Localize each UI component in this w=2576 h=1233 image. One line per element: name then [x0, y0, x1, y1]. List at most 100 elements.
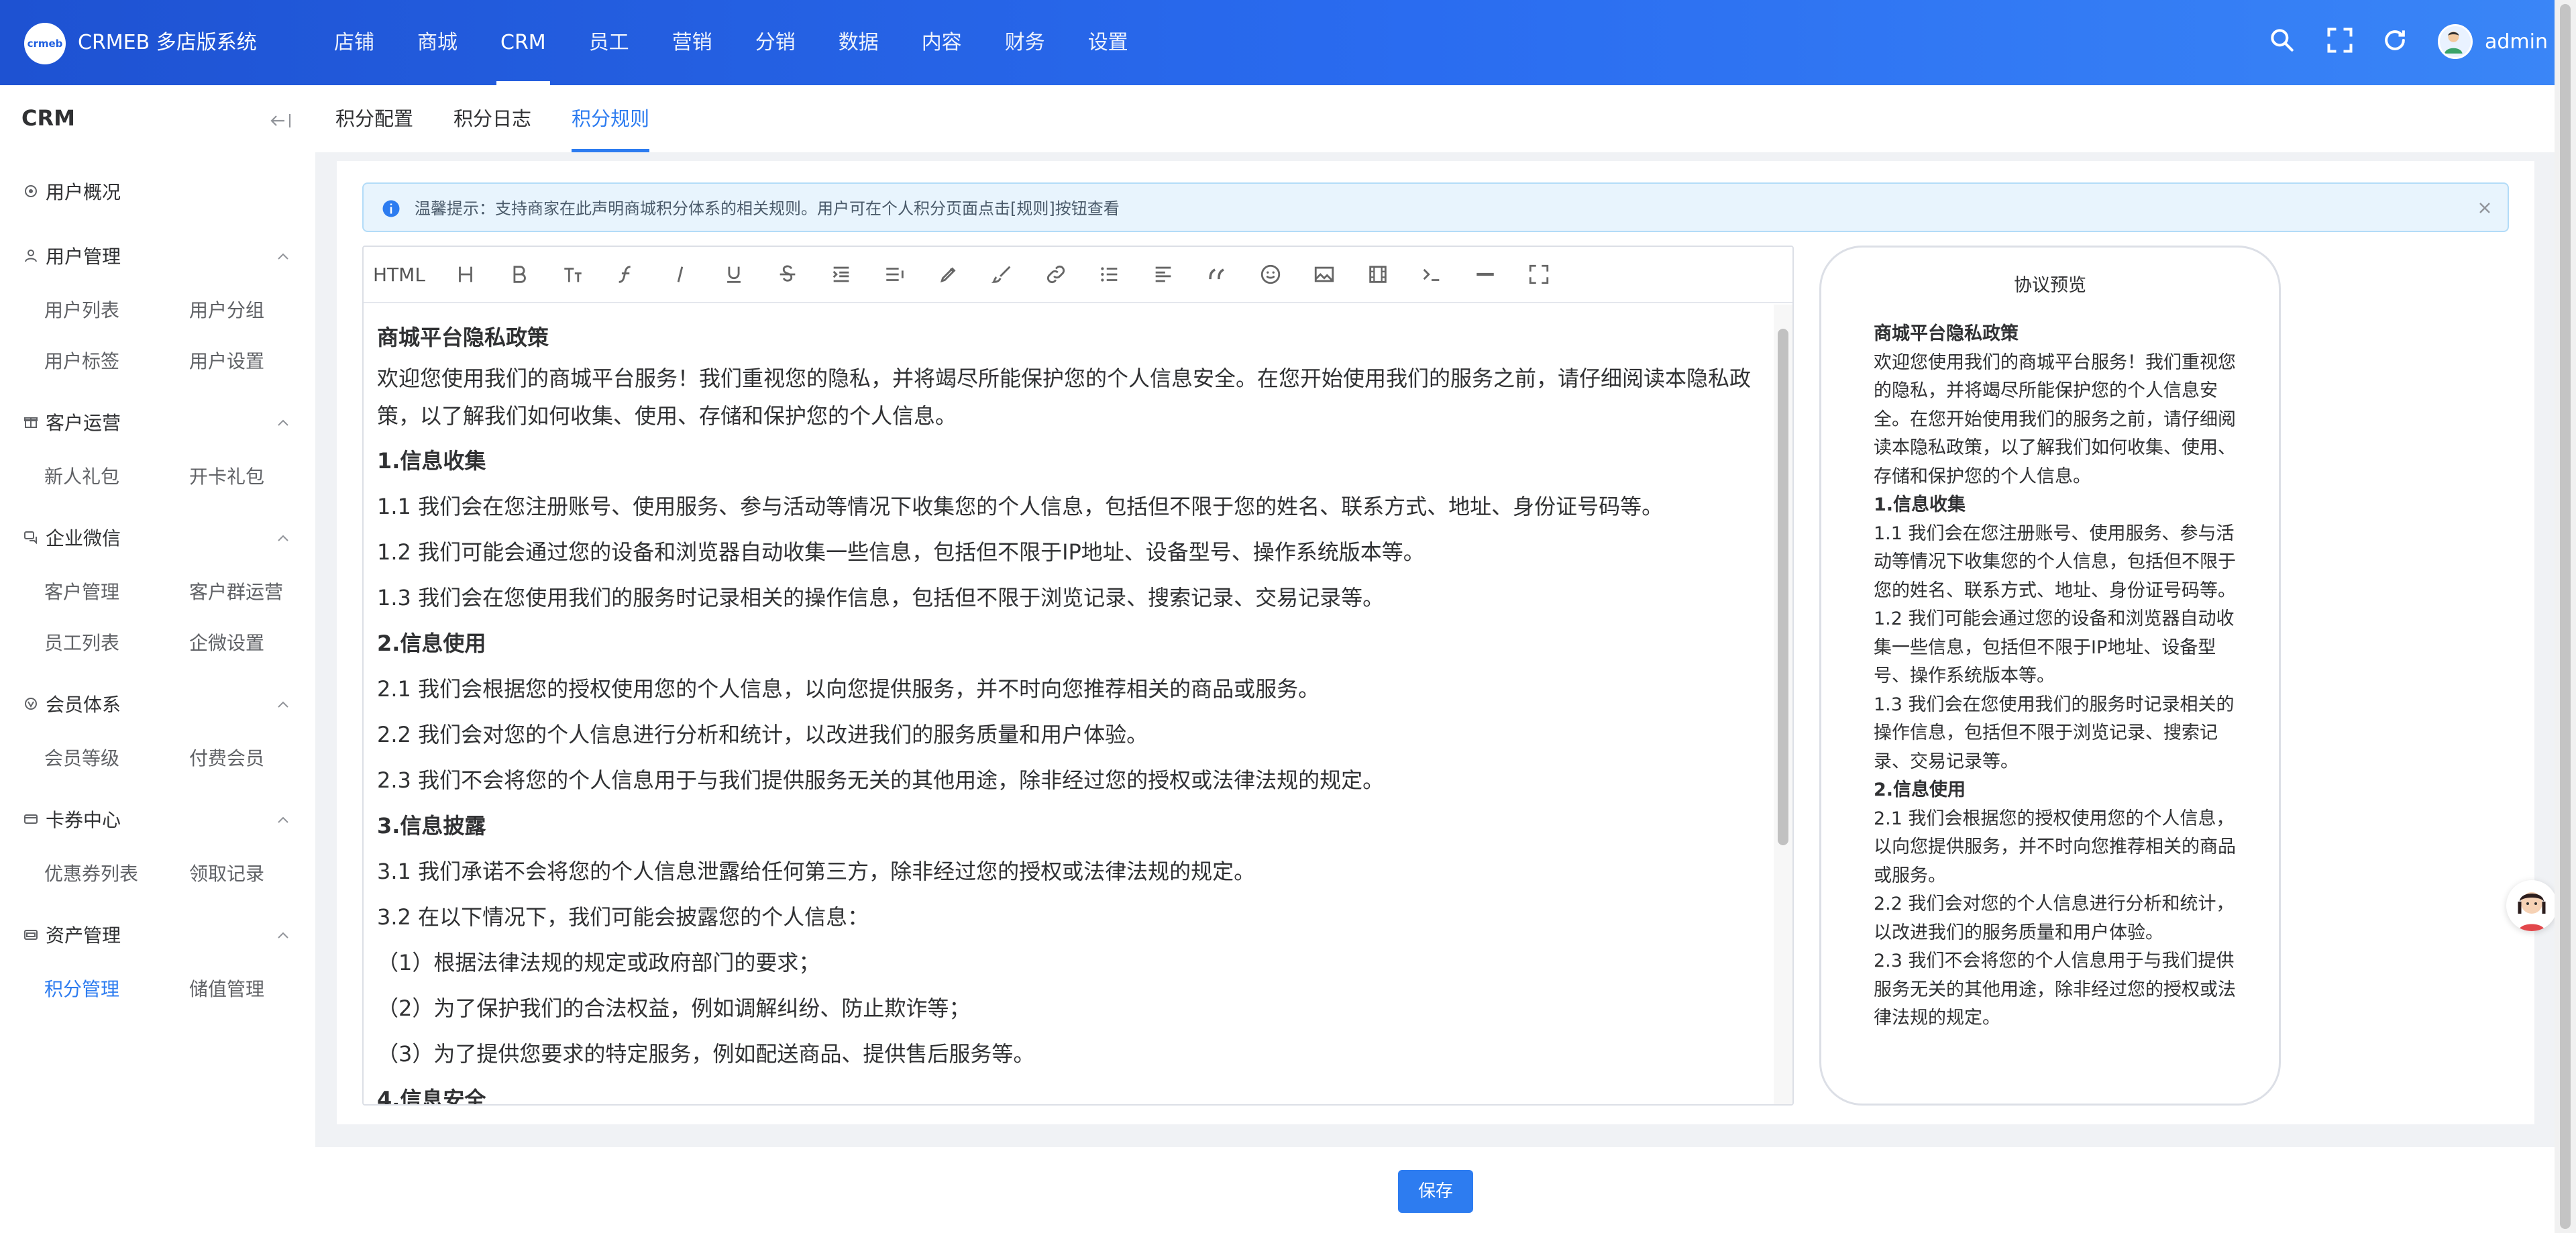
preview-content[interactable]: 商城平台隐私政策 欢迎您使用我们的商城平台服务！我们重视您的隐私，并将竭尽所能保…	[1874, 320, 2236, 1065]
sidebar-item-paid-member[interactable]: 付费会员	[189, 744, 264, 771]
editor-fullscreen-button[interactable]	[1512, 254, 1566, 294]
brand-name: CRMEB 多店版系统	[78, 31, 257, 54]
page-scroll-thumb[interactable]	[2560, 4, 2571, 1229]
italic-icon	[677, 266, 684, 282]
nav-item-mall[interactable]: 商城	[396, 0, 479, 85]
preview-paragraph: 1.3 我们会在您使用我们的服务时记录相关的操作信息，包括但不限于浏览记录、搜索…	[1874, 694, 2235, 772]
underline-button[interactable]	[707, 254, 761, 294]
image-button[interactable]	[1297, 254, 1351, 294]
editor-paragraph: 3.1 我们承诺不会将您的个人信息泄露给任何第三方，除非经过您的授权或法律法规的…	[377, 859, 1256, 884]
italic-button[interactable]	[653, 254, 707, 294]
sidebar-item-user-tag[interactable]: 用户标签	[44, 347, 119, 374]
bold-button[interactable]	[492, 254, 546, 294]
strikethrough-button[interactable]	[761, 254, 814, 294]
line-height-button[interactable]	[868, 254, 922, 294]
fullscreen-icon	[1529, 264, 1549, 284]
nav-item-data[interactable]: 数据	[817, 0, 900, 85]
link-button[interactable]	[1029, 254, 1083, 294]
sidebar-group-customer-ops[interactable]: 客户运营	[23, 409, 121, 435]
editor-paragraph: 欢迎您使用我们的商城平台服务！我们重视您的隐私，并将竭尽所能保护您的个人信息安全…	[377, 366, 1752, 429]
sidebar-group-label: 用户概况	[46, 181, 121, 203]
tab-points-rules[interactable]: 积分规则	[572, 85, 650, 152]
page-scrollbar[interactable]	[2555, 0, 2576, 1233]
nav-item-staff[interactable]: 员工	[568, 0, 651, 85]
chevron-up-icon[interactable]	[275, 928, 291, 944]
preview-paragraph: 2.3 我们不会将您的个人信息用于与我们提供服务无关的其他用途，除非经过您的授权…	[1874, 951, 2236, 1028]
video-button[interactable]	[1351, 254, 1405, 294]
emoji-button[interactable]	[1244, 254, 1297, 294]
sidebar-group-user-overview[interactable]: 用户概况	[23, 178, 121, 205]
sidebar-group-assets[interactable]: 资产管理	[23, 921, 121, 948]
nav-item-distribution[interactable]: 分销	[734, 0, 817, 85]
nav-item-marketing[interactable]: 营销	[651, 0, 734, 85]
chevron-up-icon[interactable]	[275, 531, 291, 547]
sidebar-item-member-level[interactable]: 会员等级	[44, 744, 119, 771]
sidebar-group-wecom[interactable]: 企业微信	[23, 524, 121, 551]
tip-alert: 温馨提示：支持商家在此声明商城积分体系的相关规则。用户可在个人积分页面点击[规则…	[362, 182, 2509, 232]
line-height-icon	[886, 268, 904, 281]
sidebar-group-coupon-center[interactable]: 卡券中心	[23, 806, 121, 833]
nav-item-content[interactable]: 内容	[900, 0, 983, 85]
sidebar-item-user-list[interactable]: 用户列表	[44, 296, 119, 323]
sidebar-item-staff-list[interactable]: 员工列表	[44, 629, 119, 655]
brush-icon	[991, 266, 1011, 283]
sidebar-item-new-user-gift[interactable]: 新人礼包	[44, 462, 119, 489]
alert-text: 温馨提示：支持商家在此声明商城积分体系的相关规则。用户可在个人积分页面点击[规则…	[415, 199, 1120, 218]
quote-button[interactable]	[1190, 254, 1244, 294]
font-size-button[interactable]	[546, 254, 600, 294]
editor-scrollbar[interactable]	[1774, 305, 1792, 1104]
nav-item-finance[interactable]: 财务	[983, 0, 1067, 85]
list-button[interactable]	[1083, 254, 1136, 294]
sidebar-item-card-gift[interactable]: 开卡礼包	[189, 462, 264, 489]
sidebar-item-user-settings[interactable]: 用户设置	[189, 347, 264, 374]
customer-service-float[interactable]	[2506, 880, 2557, 931]
editor-heading: 3.信息披露	[377, 813, 486, 839]
nav-item-settings[interactable]: 设置	[1067, 0, 1150, 85]
tab-points-log[interactable]: 积分日志	[453, 85, 531, 152]
search-icon[interactable]	[2267, 25, 2297, 55]
user-menu[interactable]: admin	[2438, 24, 2548, 59]
sidebar-item-customer-management[interactable]: 客户管理	[44, 578, 119, 604]
font-color-button[interactable]	[922, 254, 975, 294]
code-button[interactable]	[1405, 254, 1458, 294]
font-family-button[interactable]	[600, 254, 653, 294]
editor-content[interactable]: 商城平台隐私政策 欢迎您使用我们的商城平台服务！我们重视您的隐私，并将竭尽所能保…	[364, 305, 1792, 1104]
save-button[interactable]: 保存	[1398, 1170, 1473, 1213]
nav-item-crm[interactable]: CRM	[479, 0, 568, 85]
heading-button[interactable]	[439, 254, 492, 294]
sidebar-item-balance-management[interactable]: 储值管理	[189, 975, 264, 1002]
preview-heading: 2.信息使用	[1874, 780, 1966, 800]
sidebar-item-user-group[interactable]: 用户分组	[189, 296, 264, 323]
html-mode-button[interactable]: HTML	[373, 264, 425, 286]
indent-button[interactable]	[814, 254, 868, 294]
background-color-button[interactable]	[975, 254, 1029, 294]
fullscreen-icon[interactable]	[2325, 25, 2355, 55]
close-icon[interactable]	[2475, 199, 2494, 217]
gift-icon	[24, 417, 38, 428]
video-icon	[1369, 266, 1387, 283]
sidebar-item-claim-records[interactable]: 领取记录	[189, 859, 264, 886]
tab-points-config[interactable]: 积分配置	[335, 85, 413, 152]
sidebar-group-membership[interactable]: 会员体系	[23, 690, 121, 717]
brand-logo[interactable]: crmeb	[24, 23, 66, 64]
circle-icon	[25, 185, 37, 197]
chevron-up-icon[interactable]	[275, 249, 291, 265]
sidebar-item-points-management[interactable]: 积分管理	[44, 975, 119, 1002]
sidebar-item-customer-group-ops[interactable]: 客户群运营	[189, 578, 283, 604]
collapse-sidebar-icon[interactable]	[270, 111, 292, 131]
sidebar-group-user-management[interactable]: 用户管理	[23, 242, 121, 269]
align-button[interactable]	[1136, 254, 1190, 294]
nav-item-shop[interactable]: 店铺	[313, 0, 396, 85]
sidebar-item-coupon-list[interactable]: 优惠券列表	[44, 859, 138, 886]
chevron-up-icon[interactable]	[275, 697, 291, 713]
preview-paragraph: 2.2 我们会对您的个人信息进行分析和统计，以改进我们的服务质量和用户体验。	[1874, 894, 2235, 943]
editor-scroll-thumb[interactable]	[1778, 329, 1788, 845]
sidebar-item-wecom-settings[interactable]: 企微设置	[189, 629, 264, 655]
chevron-up-icon[interactable]	[275, 812, 291, 828]
refresh-icon[interactable]	[2380, 25, 2410, 55]
divider-button[interactable]	[1458, 254, 1512, 294]
underline-icon	[727, 266, 741, 283]
chevron-up-icon[interactable]	[275, 415, 291, 431]
quote-icon	[1209, 268, 1224, 280]
tab-bar: 积分配置 积分日志 积分规则	[315, 85, 2555, 152]
